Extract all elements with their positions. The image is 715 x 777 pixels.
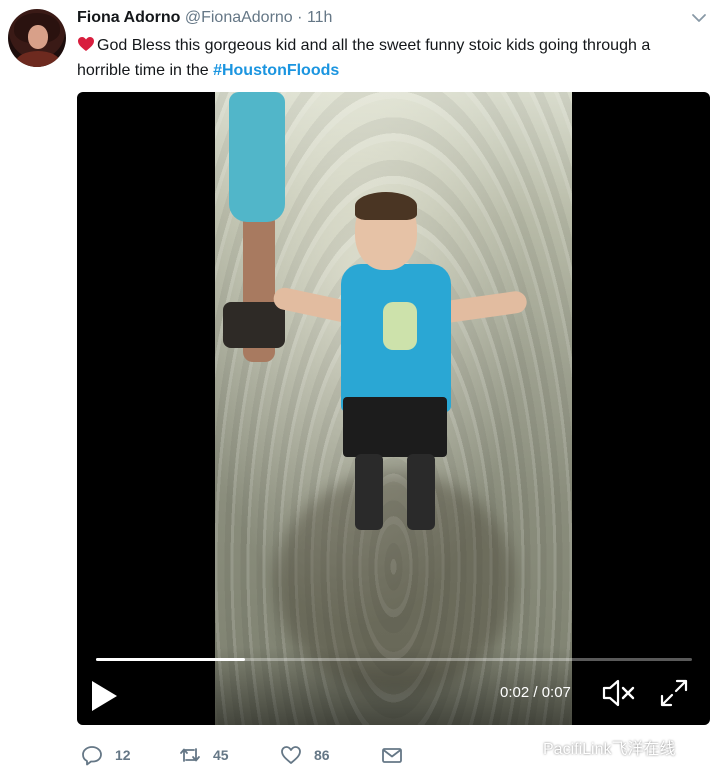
heart-emoji-icon (78, 37, 94, 51)
reply-icon (82, 746, 102, 766)
video-frame (215, 92, 572, 725)
author-name[interactable]: Fiona Adorno (77, 9, 180, 26)
child-hair (355, 192, 417, 220)
video-controls: 0:02 / 0:07 (77, 647, 710, 725)
retweet-icon (180, 748, 200, 762)
shirt-print (383, 302, 417, 350)
avatar-shoulder (16, 51, 60, 67)
volume-muted-icon[interactable] (602, 678, 636, 708)
tweet-text: God Bless this gorgeous kid and all the … (77, 33, 707, 83)
reply-count: 12 (115, 747, 131, 763)
wechat-icon (510, 738, 536, 756)
video-timecode: 0:02 / 0:07 (500, 684, 571, 701)
tweet: Fiona Adorno @FionaAdorno · 11h God Bles… (0, 0, 715, 777)
separator-dot: · (297, 9, 303, 26)
progress-fill (96, 658, 245, 661)
chevron-down-icon[interactable] (691, 10, 707, 26)
message-action[interactable] (381, 740, 403, 770)
avatar-face (28, 25, 48, 49)
watermark: PacifiLink飞洋在线 (509, 734, 675, 760)
child-shorts (343, 397, 447, 457)
child-figure (255, 192, 535, 552)
like-count: 86 (314, 747, 330, 763)
like-action[interactable]: 86 (280, 740, 330, 770)
watermark-text: PacifiLink飞洋在线 (543, 741, 676, 758)
tweet-text-body: God Bless this gorgeous kid and all the … (77, 37, 651, 79)
retweet-count: 45 (213, 747, 229, 763)
play-icon[interactable] (89, 679, 119, 713)
tweet-header: Fiona Adorno @FionaAdorno · 11h (77, 8, 332, 28)
avatar[interactable] (8, 9, 66, 67)
hashtag-link[interactable]: #HoustonFloods (213, 62, 339, 79)
child-boot-right (407, 454, 435, 530)
retweet-action[interactable]: 45 (179, 740, 229, 770)
fullscreen-icon[interactable] (659, 678, 689, 708)
author-handle[interactable]: @FionaAdorno (185, 9, 293, 26)
progress-bar[interactable] (96, 658, 692, 661)
message-icon (382, 748, 402, 763)
video-player[interactable]: 0:02 / 0:07 (77, 92, 710, 725)
reply-action[interactable]: 12 (81, 740, 131, 770)
like-icon (281, 746, 301, 764)
tweet-time[interactable]: 11h (307, 9, 333, 26)
child-boot-left (355, 454, 383, 530)
